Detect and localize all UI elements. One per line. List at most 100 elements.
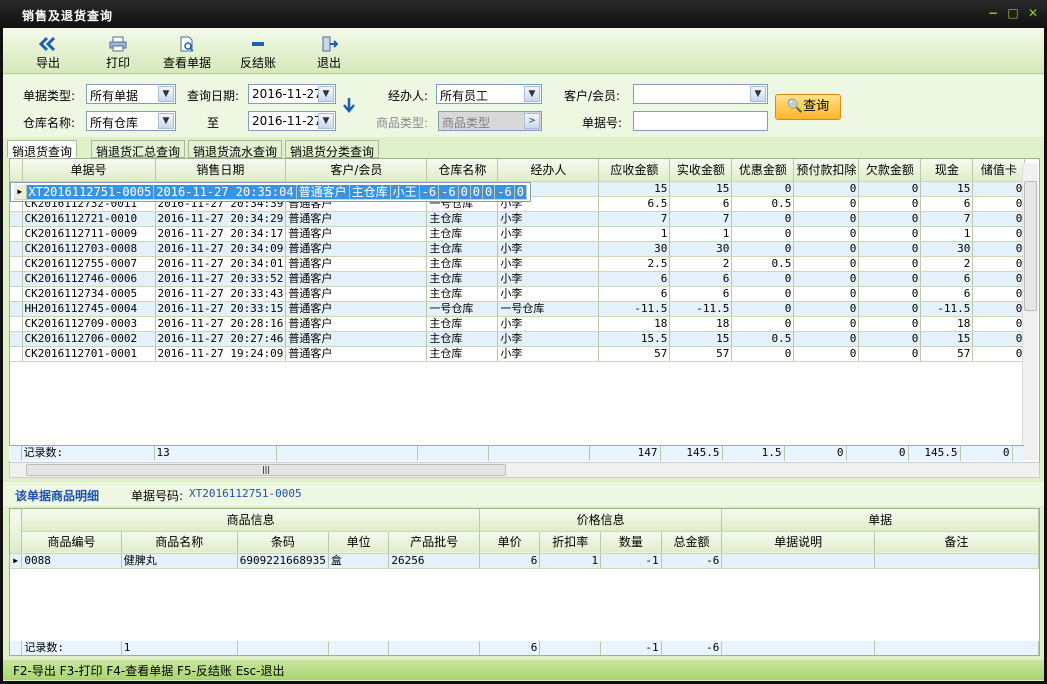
cell-received[interactable]: 2 — [669, 256, 733, 272]
cell-stored-card[interactable]: 0 — [972, 256, 1026, 272]
cell-received[interactable]: 15 — [669, 331, 733, 347]
cell-received[interactable]: -6 — [438, 184, 459, 200]
cell-prepaid[interactable]: 0 — [793, 181, 860, 197]
customer-select[interactable]: ▼ — [633, 84, 768, 104]
cell-prepaid[interactable]: 0 — [793, 331, 860, 347]
cell-discount[interactable]: 0 — [731, 241, 795, 257]
cell-stored-card[interactable]: 0 — [972, 316, 1026, 332]
cell-received[interactable]: -11.5 — [669, 301, 733, 317]
sales-row[interactable]: CK2016112701-0001 2016-11-27 19:24:09 普通客户… — [10, 346, 1026, 362]
cell-customer[interactable]: 普通客户 — [285, 271, 428, 287]
sales-row[interactable]: CK2016112711-0009 2016-11-27 20:34:17 普通客户… — [10, 226, 1026, 242]
row-header[interactable] — [10, 331, 23, 347]
cell-doc-no[interactable]: CK2016112734-0005 — [22, 286, 156, 302]
cell-received[interactable]: 57 — [669, 346, 733, 362]
view-document-button[interactable]: 查看单据 — [161, 36, 213, 71]
sales-row[interactable]: HH2016112745-0004 2016-11-27 20:33:15 普通客户… — [10, 301, 1026, 317]
sales-row[interactable]: CK2016112721-0010 2016-11-27 20:34:29 普通客户… — [10, 211, 1026, 227]
cell-cash[interactable]: 6 — [920, 196, 974, 212]
cell-goods-code[interactable]: 0088 — [21, 553, 122, 569]
doc-no-input[interactable] — [633, 111, 768, 131]
cell-sale-date[interactable]: 2016-11-27 20:33:15 — [155, 301, 287, 317]
sales-row[interactable]: CK2016112746-0006 2016-11-27 20:33:52 普通客户… — [10, 271, 1026, 287]
cell-doc-no[interactable]: CK2016112703-0008 — [22, 241, 156, 257]
tab-sales-category[interactable]: 销退货分类查询 — [285, 140, 380, 159]
cell-cash[interactable]: 15 — [920, 181, 974, 197]
cell-customer[interactable]: 普通客户 — [296, 184, 350, 200]
cell-received[interactable]: 6 — [669, 286, 733, 302]
cell-received[interactable]: 18 — [669, 316, 733, 332]
print-button[interactable]: 打印 — [101, 36, 135, 71]
cell-customer[interactable]: 普通客户 — [285, 211, 428, 227]
cell-receivable[interactable]: 6 — [598, 271, 671, 287]
cell-warehouse[interactable]: 一号仓库 — [426, 301, 499, 317]
cell-received[interactable]: 7 — [669, 211, 733, 227]
cell-owed[interactable]: 0 — [858, 256, 922, 272]
cell-prepaid[interactable]: 0 — [793, 271, 860, 287]
cell-owed[interactable]: 0 — [858, 226, 922, 242]
cell-customer[interactable]: 普通客户 — [285, 331, 428, 347]
cell-customer[interactable]: 普通客户 — [285, 301, 428, 317]
col-goods-name[interactable]: 商品名称 — [121, 531, 238, 554]
cell-owed[interactable]: 0 — [858, 316, 922, 332]
query-button[interactable]: 🔍查询 — [775, 94, 841, 120]
cell-discount[interactable]: 0 — [458, 184, 471, 200]
row-indicator-icon[interactable]: ▶ — [14, 184, 27, 200]
cell-prepaid[interactable]: 0 — [470, 184, 484, 200]
row-header[interactable] — [10, 301, 23, 317]
cell-sale-date[interactable]: 2016-11-27 20:28:16 — [155, 316, 287, 332]
col-doc-note[interactable]: 单据说明 — [721, 531, 875, 554]
cell-prepaid[interactable]: 0 — [793, 316, 860, 332]
cell-cash[interactable]: 6 — [920, 271, 974, 287]
export-button[interactable]: 导出 — [31, 36, 65, 71]
cell-receivable[interactable]: 7 — [598, 211, 671, 227]
sales-row[interactable]: CK2016112734-0005 2016-11-27 20:33:43 普通客户… — [10, 286, 1026, 302]
cell-unit-price[interactable]: 6 — [479, 553, 541, 569]
col-discount-rate[interactable]: 折扣率 — [539, 531, 602, 554]
cell-received[interactable]: 30 — [669, 241, 733, 257]
row-header[interactable] — [10, 271, 23, 287]
cell-prepaid[interactable]: 0 — [793, 286, 860, 302]
col-batch[interactable]: 产品批号 — [388, 531, 480, 554]
cell-prepaid[interactable]: 0 — [793, 301, 860, 317]
cell-receivable[interactable]: 2.5 — [598, 256, 671, 272]
cell-sale-date[interactable]: 2016-11-27 20:35:04 — [153, 184, 297, 200]
horizontal-scrollbar[interactable]: ||| — [9, 462, 1040, 478]
maximize-button[interactable]: □ — [1005, 6, 1021, 20]
cell-goods-name[interactable]: 健脾丸 — [121, 553, 238, 569]
cell-owed[interactable]: 0 — [858, 301, 922, 317]
cell-customer[interactable]: 普通客户 — [285, 226, 428, 242]
cell-stored-card[interactable]: 0 — [972, 196, 1026, 212]
scroll-thumb[interactable]: ||| — [26, 464, 506, 476]
col-received[interactable]: 实收金额 — [669, 159, 733, 182]
cell-owed[interactable]: 0 — [858, 286, 922, 302]
cell-doc-no[interactable]: CK2016112721-0010 — [22, 211, 156, 227]
cell-total[interactable]: -6 — [661, 553, 723, 569]
cell-handler[interactable]: 小李 — [497, 226, 600, 242]
cell-stored-card[interactable]: 0 — [972, 226, 1026, 242]
cell-warehouse[interactable]: 主仓库 — [426, 226, 499, 242]
cell-cash[interactable]: 15 — [920, 331, 974, 347]
cell-sale-date[interactable]: 2016-11-27 20:27:46 — [155, 331, 287, 347]
col-customer[interactable]: 客户/会员 — [285, 159, 428, 182]
col-cash[interactable]: 现金 — [920, 159, 974, 182]
cell-warehouse[interactable]: 主仓库 — [349, 184, 391, 200]
cell-received[interactable]: 1 — [669, 226, 733, 242]
cell-cash[interactable]: 18 — [920, 316, 974, 332]
cell-discount[interactable]: 0 — [731, 286, 795, 302]
cell-warehouse[interactable]: 主仓库 — [426, 241, 499, 257]
cell-discount[interactable]: 0 — [731, 346, 795, 362]
row-header[interactable] — [10, 346, 23, 362]
cell-handler[interactable]: 小李 — [497, 346, 600, 362]
cell-prepaid[interactable]: 0 — [793, 256, 860, 272]
cell-warehouse[interactable]: 主仓库 — [426, 286, 499, 302]
cell-doc-no[interactable]: CK2016112706-0002 — [22, 331, 156, 347]
cell-batch[interactable]: 26256 — [388, 553, 480, 569]
cell-handler[interactable]: 小王 — [390, 184, 420, 200]
cell-cash[interactable]: 1 — [920, 226, 974, 242]
cell-remark[interactable] — [874, 553, 1039, 569]
date-to-picker[interactable]: 2016-11-27 ▼ — [248, 111, 336, 131]
cell-warehouse[interactable]: 主仓库 — [426, 346, 499, 362]
cell-customer[interactable]: 普通客户 — [285, 256, 428, 272]
scroll-thumb[interactable] — [1024, 181, 1037, 311]
